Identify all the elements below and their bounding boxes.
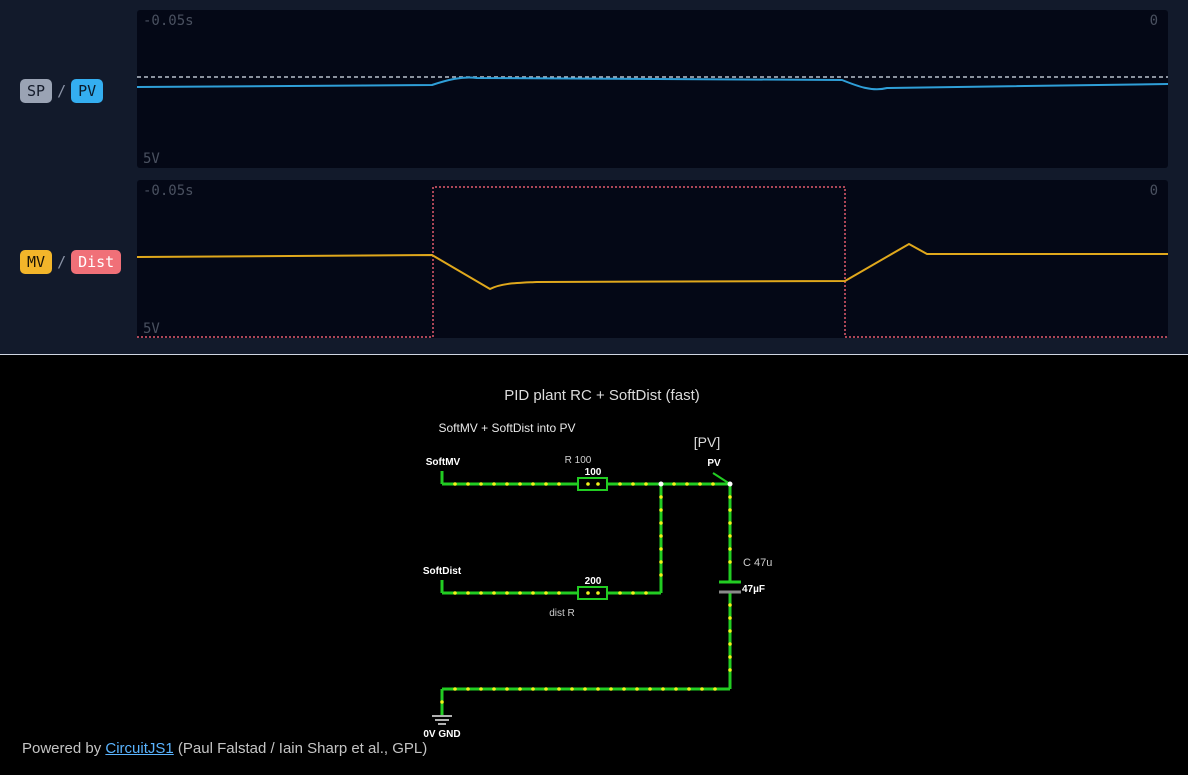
legend-separator: / [57,82,67,100]
scope2-time-right: 0 [1149,183,1158,199]
circuit-canvas[interactable]: PID plant RC + SoftDist (fast) SoftMV + … [0,355,1188,775]
scope1-panel[interactable]: -0.05s 0 5V [137,10,1168,168]
mv-trace [137,242,1168,291]
scope1-plot [137,76,1168,91]
circuit-title: PID plant RC + SoftDist (fast) [504,387,699,404]
gnd-label: 0V GND [423,729,460,740]
scope1-legend: SP / PV [20,79,104,103]
r2-value: 200 [585,576,602,587]
r1-value: 100 [585,467,602,478]
scope1-time-left: -0.05s [143,13,194,29]
scope1-volt-label: 5V [143,151,160,167]
dist-trace [137,186,1168,338]
pv-node [727,481,733,487]
scope2-time-left: -0.05s [143,183,194,199]
r2-name: dist R [549,608,575,619]
scope2-volt-label: 5V [143,321,160,337]
scope1-time-right: 0 [1149,13,1158,29]
legend-pv-chip[interactable]: PV [71,79,104,103]
circuit-subtitle: SoftMV + SoftDist into PV [438,421,575,435]
capacitor-c47u[interactable] [719,580,741,594]
capacitor-value: 47µF [742,584,765,595]
pv-label: PV [707,458,721,469]
circuitjs-link[interactable]: CircuitJS1 [105,740,173,757]
legend-sp-chip[interactable]: SP [20,79,53,103]
resistor-r100[interactable] [577,477,608,491]
scope2-plot [137,186,1168,338]
legend-mv-chip[interactable]: MV [20,250,53,274]
scope2-panel[interactable]: -0.05s 0 5V [137,180,1168,338]
resistor-dist-r[interactable] [577,586,608,600]
scope-area: SP / PV -0.05s 0 5V MV / Dist -0.05s 0 5… [0,0,1188,354]
footer-suffix: (Paul Falstad / Iain Sharp et al., GPL) [177,740,428,757]
circuit-wires [440,471,732,716]
r1-name: R 100 [565,455,592,466]
legend-separator: / [57,253,67,271]
footer: Powered by CircuitJS1 (Paul Falstad / Ia… [22,740,427,757]
scope2-legend: MV / Dist [20,250,122,274]
softdist-label: SoftDist [423,566,462,577]
pv-trace [137,76,1168,91]
junction-node [658,481,664,487]
footer-prefix: Powered by [22,740,102,757]
softmv-label: SoftMV [426,457,461,468]
capacitor-name: C 47u [743,557,772,569]
pv-tag: [PV] [694,434,720,450]
legend-dist-chip[interactable]: Dist [71,250,122,274]
ground-icon[interactable] [432,715,452,725]
